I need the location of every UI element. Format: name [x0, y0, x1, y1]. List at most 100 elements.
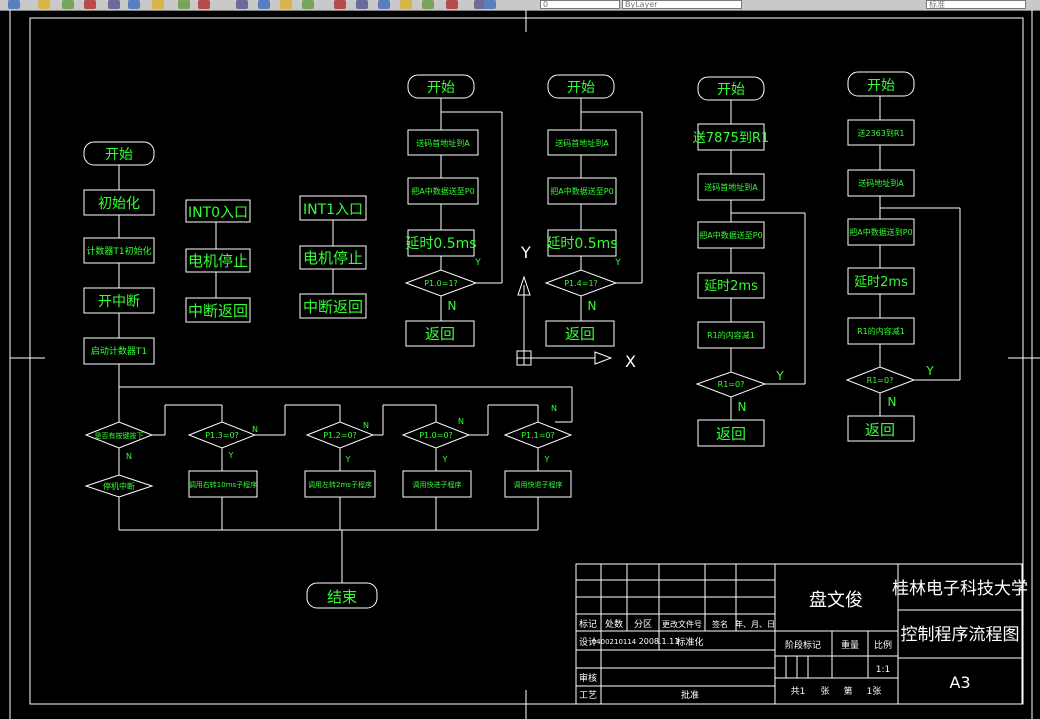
- int1-label: 中断返回: [303, 298, 363, 316]
- sub3-step-label: 送码首地址到A: [704, 182, 758, 192]
- stage-label: 阶段标记: [785, 639, 821, 651]
- properties-icon[interactable]: [356, 0, 368, 9]
- branch-n-label: N: [252, 425, 258, 434]
- sub4-no-label: N: [888, 395, 897, 409]
- flow-connectors: [118, 96, 961, 583]
- header-cell: 年、月、日: [735, 619, 775, 629]
- main-decision-label: P1.0=0?: [419, 431, 453, 440]
- zoom-previous-icon[interactable]: [334, 0, 346, 9]
- branch-n-label: N: [458, 417, 464, 426]
- sub2-no-label: N: [588, 299, 597, 313]
- header-cell: 分区: [634, 619, 652, 630]
- pan-icon[interactable]: [258, 0, 270, 9]
- paste-icon[interactable]: [152, 0, 164, 9]
- sub1-decision-label: P1.0=1?: [424, 279, 458, 288]
- help-icon[interactable]: [484, 0, 496, 9]
- preview-icon[interactable]: [62, 0, 74, 9]
- main-action-label: 调用右转10ms子程序: [189, 480, 257, 489]
- markup-icon[interactable]: [446, 0, 458, 9]
- publish-icon[interactable]: [84, 0, 96, 9]
- int0-label: 中断返回: [188, 302, 248, 320]
- sub4-start-label: 开始: [867, 78, 895, 94]
- approve-label: 批准: [681, 689, 699, 701]
- sub3-step-label: R1的内容减1: [707, 330, 755, 340]
- sheet-word: 张: [820, 686, 829, 697]
- sub4-decision-label: R1=0?: [867, 376, 894, 385]
- zoom-realtime-icon[interactable]: [280, 0, 292, 9]
- sub4-step-label: 延时2ms: [854, 275, 908, 290]
- sheet-size: A3: [949, 673, 970, 692]
- sub3-end-label: 返回: [716, 425, 746, 443]
- int0-label: INT0入口: [188, 205, 248, 221]
- drawing-title: 控制程序流程图: [901, 625, 1020, 645]
- redo-icon[interactable]: [236, 0, 248, 9]
- branch-y-label: Y: [345, 455, 351, 464]
- main-decision-label: 是否有按键按下: [95, 431, 144, 440]
- sheet-one: 1张: [867, 686, 882, 697]
- int1-label: INT1入口: [303, 202, 363, 218]
- main-decision-label: P1.2=0?: [323, 431, 357, 440]
- undo-icon[interactable]: [198, 0, 210, 9]
- int1-label: 电机停止: [303, 249, 363, 267]
- scale-label: 比例: [874, 639, 892, 651]
- author-name: 盘文俊: [809, 590, 863, 611]
- sheet-no-label: 第: [843, 685, 852, 697]
- sub3-step-label: 延时2ms: [704, 279, 758, 294]
- main-step-label: 初始化: [98, 195, 140, 212]
- sub3-step-label: 送7875到R1: [693, 131, 769, 146]
- sub4-step-label: 送码地址到A: [858, 178, 904, 188]
- scale-value: 1:1: [876, 665, 890, 675]
- match-icon[interactable]: [178, 0, 190, 9]
- linetype-combo[interactable]: ByLayer: [622, 0, 742, 9]
- copy-icon[interactable]: [128, 0, 140, 9]
- main-step-label: 计数器T1初始化: [86, 245, 151, 257]
- sub4-yes-label: Y: [925, 364, 934, 378]
- zoom-window-icon[interactable]: [302, 0, 314, 9]
- design-center-icon[interactable]: [378, 0, 390, 9]
- sheet-set-icon[interactable]: [422, 0, 434, 9]
- header-cell: 标记: [579, 618, 597, 630]
- sub2-end-label: 返回: [565, 325, 595, 343]
- student-id: 0400210114: [592, 638, 637, 646]
- main-action-label: 调用快进子程序: [413, 480, 462, 489]
- sub1-end-label: 返回: [425, 325, 455, 343]
- open-icon[interactable]: [8, 0, 20, 9]
- sub1-step-label: 把A中数据送至P0: [411, 186, 474, 196]
- sub1-start-label: 开始: [427, 80, 455, 96]
- branch-y-label: Y: [544, 455, 550, 464]
- main-action-label: 调用左转2ms子程序: [308, 480, 372, 489]
- branch-y-label: Y: [442, 455, 448, 464]
- sub3-start-label: 开始: [717, 82, 745, 98]
- sub2-yes-label: Y: [614, 258, 621, 268]
- school-name: 桂林电子科技大学: [892, 579, 1028, 599]
- int0-label: 电机停止: [188, 252, 248, 270]
- print-icon[interactable]: [38, 0, 50, 9]
- main-action-label: 调用快退子程序: [514, 480, 563, 489]
- sub2-step-label: 延时0.5ms: [546, 236, 617, 252]
- sub3-no-label: N: [738, 400, 747, 414]
- main-decision-label: P1.1=0?: [521, 431, 555, 440]
- cut-icon[interactable]: [108, 0, 120, 9]
- sub2-step-label: 送码首地址到A: [555, 138, 609, 148]
- text-style-combo[interactable]: 标准: [926, 0, 1026, 9]
- main-end-label: 结束: [327, 588, 357, 606]
- sub4-step-label: 送2363到R1: [857, 128, 904, 138]
- sub1-step-label: 送码首地址到A: [416, 138, 470, 148]
- main-action-label: 停机中断: [103, 481, 135, 491]
- sub4-end-label: 返回: [865, 421, 895, 439]
- ucs-x-label: X: [625, 352, 636, 371]
- sub2-step-label: 把A中数据送至P0: [550, 186, 613, 196]
- cad-drawing: Y X 开始 初始化 计数器T1初始化 开中断 启动计数器T1 是否有按键按下 …: [9, 10, 1040, 719]
- layer-combo[interactable]: 0: [540, 0, 620, 9]
- header-cell: 处数: [605, 618, 623, 630]
- sub4-step-label: 把A中数据送到P0: [849, 227, 912, 237]
- weight-label: 重量: [841, 639, 859, 651]
- branch-y-label: Y: [228, 451, 234, 460]
- main-step-label: 启动计数器T1: [91, 345, 147, 357]
- header-cell: 更改文件号: [662, 619, 702, 629]
- branch-n-label: N: [363, 421, 369, 430]
- tool-palette-icon[interactable]: [400, 0, 412, 9]
- process-label: 工艺: [579, 690, 597, 701]
- header-cell: 签名: [712, 619, 728, 629]
- branch-n-label: N: [126, 452, 132, 461]
